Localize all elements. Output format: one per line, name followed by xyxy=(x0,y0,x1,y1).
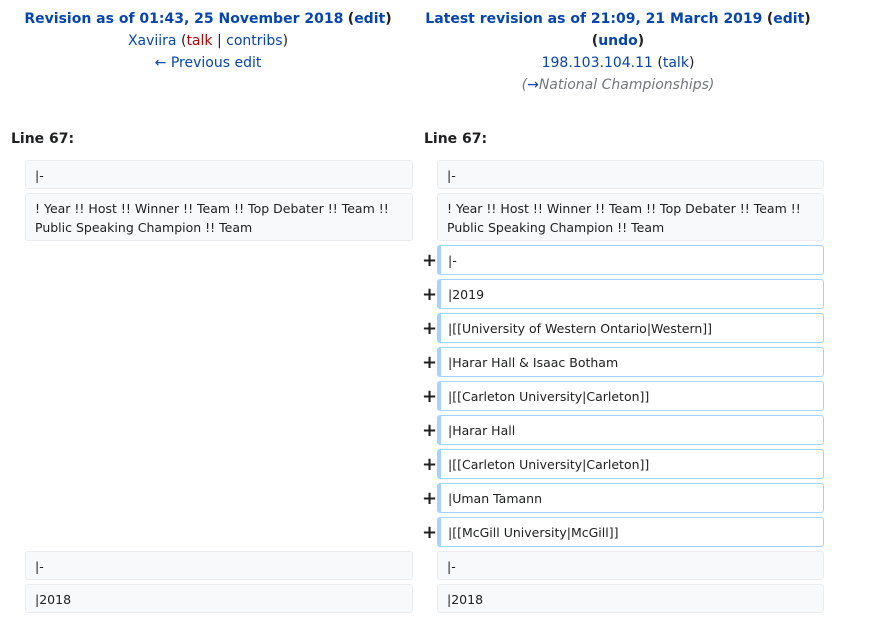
left-revision-header: Revision as of 01:43, 25 November 2018 (… xyxy=(24,11,392,71)
left-line-number: Line 67: xyxy=(11,131,75,147)
added-line-marker: + xyxy=(422,522,438,543)
added-line: |Harar Hall xyxy=(437,415,824,445)
right-revision-title-link[interactable]: Latest revision as of 21:09, 21 March 20… xyxy=(425,11,762,27)
left-talk-link[interactable]: talk xyxy=(186,33,212,49)
right-revision-header: Latest revision as of 21:09, 21 March 20… xyxy=(424,8,812,96)
right-edit-link[interactable]: edit xyxy=(773,11,804,27)
added-line: |- xyxy=(437,245,824,275)
added-line-marker: + xyxy=(422,488,438,509)
added-line-marker: + xyxy=(422,386,438,407)
right-talk-link[interactable]: talk xyxy=(663,55,689,71)
added-line-marker: + xyxy=(422,318,438,339)
added-line: |[[University of Western Ontario|Western… xyxy=(437,313,824,343)
added-line: |Harar Hall & Isaac Botham xyxy=(437,347,824,377)
edit-summary-text: National Championships xyxy=(538,77,709,93)
added-line: |[[McGill University|McGill]] xyxy=(437,517,824,547)
context-line-left: |2018 xyxy=(25,584,413,613)
context-line-left: ! Year !! Host !! Winner !! Team !! Top … xyxy=(25,193,413,241)
section-link-arrow[interactable]: → xyxy=(527,77,539,93)
context-line-right: ! Year !! Host !! Winner !! Team !! Top … xyxy=(437,193,824,241)
added-line: |Uman Tamann xyxy=(437,483,824,513)
added-line-marker: + xyxy=(422,454,438,475)
edit-summary: (→National Championships) xyxy=(521,77,715,93)
added-line: |2019 xyxy=(437,279,824,309)
undo-link[interactable]: undo xyxy=(598,33,638,49)
right-line-number: Line 67: xyxy=(424,131,488,147)
added-line-marker: + xyxy=(422,250,438,271)
context-line-left: |- xyxy=(25,160,413,189)
left-edit-link[interactable]: edit xyxy=(354,11,385,27)
added-line-marker: + xyxy=(422,284,438,305)
added-line: |[[Carleton University|Carleton]] xyxy=(437,449,824,479)
context-line-right: |2018 xyxy=(437,584,824,613)
left-user-link[interactable]: Xaviira xyxy=(128,33,177,49)
added-line-marker: + xyxy=(422,420,438,441)
right-user-link[interactable]: 198.103.104.11 xyxy=(542,55,653,71)
added-line-marker: + xyxy=(422,352,438,373)
left-revision-title-link[interactable]: Revision as of 01:43, 25 November 2018 xyxy=(24,11,343,27)
context-line-right: |- xyxy=(437,160,824,189)
context-line-left: |- xyxy=(25,551,413,580)
previous-edit-link[interactable]: ← Previous edit xyxy=(155,55,262,71)
context-line-right: |- xyxy=(437,551,824,580)
added-line: |[[Carleton University|Carleton]] xyxy=(437,381,824,411)
left-contribs-link[interactable]: contribs xyxy=(226,33,282,49)
